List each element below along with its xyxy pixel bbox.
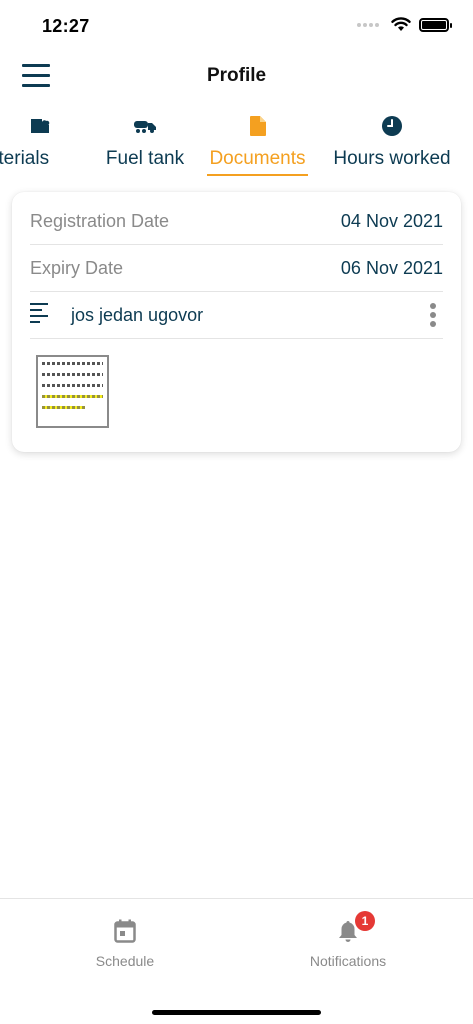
tab-hours-worked[interactable]: Hours worked bbox=[329, 112, 455, 180]
nav-notifications-label: Notifications bbox=[309, 953, 387, 969]
document-icon bbox=[207, 112, 308, 140]
status-icons bbox=[357, 17, 452, 32]
expiry-date-label: Expiry Date bbox=[30, 257, 124, 278]
profile-tabs: Materials Fuel tank Documents Hours work… bbox=[0, 112, 473, 182]
document-name: jos jedan ugovor bbox=[71, 304, 204, 325]
registration-date-row: Registration Date 04 Nov 2021 bbox=[30, 198, 443, 245]
document-name-row: jos jedan ugovor bbox=[30, 292, 443, 339]
bell-icon: 1 bbox=[278, 911, 418, 945]
tab-materials[interactable]: Materials bbox=[0, 112, 84, 180]
registration-date-label: Registration Date bbox=[30, 210, 170, 231]
expiry-date-value: 06 Nov 2021 bbox=[340, 257, 443, 278]
truck-icon bbox=[103, 112, 187, 140]
tab-fuel-tank[interactable]: Fuel tank bbox=[103, 112, 187, 180]
nav-schedule[interactable]: Schedule bbox=[55, 919, 195, 969]
document-card: Registration Date 04 Nov 2021 Expiry Dat… bbox=[12, 192, 461, 452]
text-lines-icon bbox=[30, 303, 50, 327]
registration-date-value: 04 Nov 2021 bbox=[340, 210, 443, 231]
status-bar: 12:27 bbox=[0, 0, 473, 52]
wifi-icon bbox=[391, 17, 411, 31]
tab-label-documents: Documents bbox=[209, 148, 306, 169]
expiry-date-row: Expiry Date 06 Nov 2021 bbox=[30, 245, 443, 292]
bottom-navigation: Schedule 1 Notifications bbox=[0, 898, 473, 1024]
app-header: Profile bbox=[0, 52, 473, 100]
tab-documents[interactable]: Documents bbox=[207, 112, 308, 180]
document-thumbnail[interactable] bbox=[36, 355, 109, 428]
tab-label-hours-worked: Hours worked bbox=[333, 148, 451, 169]
cellular-signal-icon bbox=[357, 22, 379, 27]
calendar-icon bbox=[55, 919, 195, 945]
tab-label-materials: Materials bbox=[0, 148, 50, 169]
nav-schedule-label: Schedule bbox=[95, 953, 155, 969]
battery-icon bbox=[419, 17, 452, 32]
more-options-icon[interactable] bbox=[423, 303, 443, 327]
home-indicator bbox=[152, 1010, 321, 1015]
notification-badge: 1 bbox=[355, 911, 375, 931]
nav-notifications[interactable]: 1 Notifications bbox=[278, 911, 418, 969]
tab-label-fuel-tank: Fuel tank bbox=[105, 148, 185, 169]
puzzle-icon bbox=[0, 112, 84, 140]
clock-icon bbox=[329, 112, 455, 140]
status-time: 12:27 bbox=[42, 16, 90, 36]
page-title: Profile bbox=[206, 65, 267, 86]
